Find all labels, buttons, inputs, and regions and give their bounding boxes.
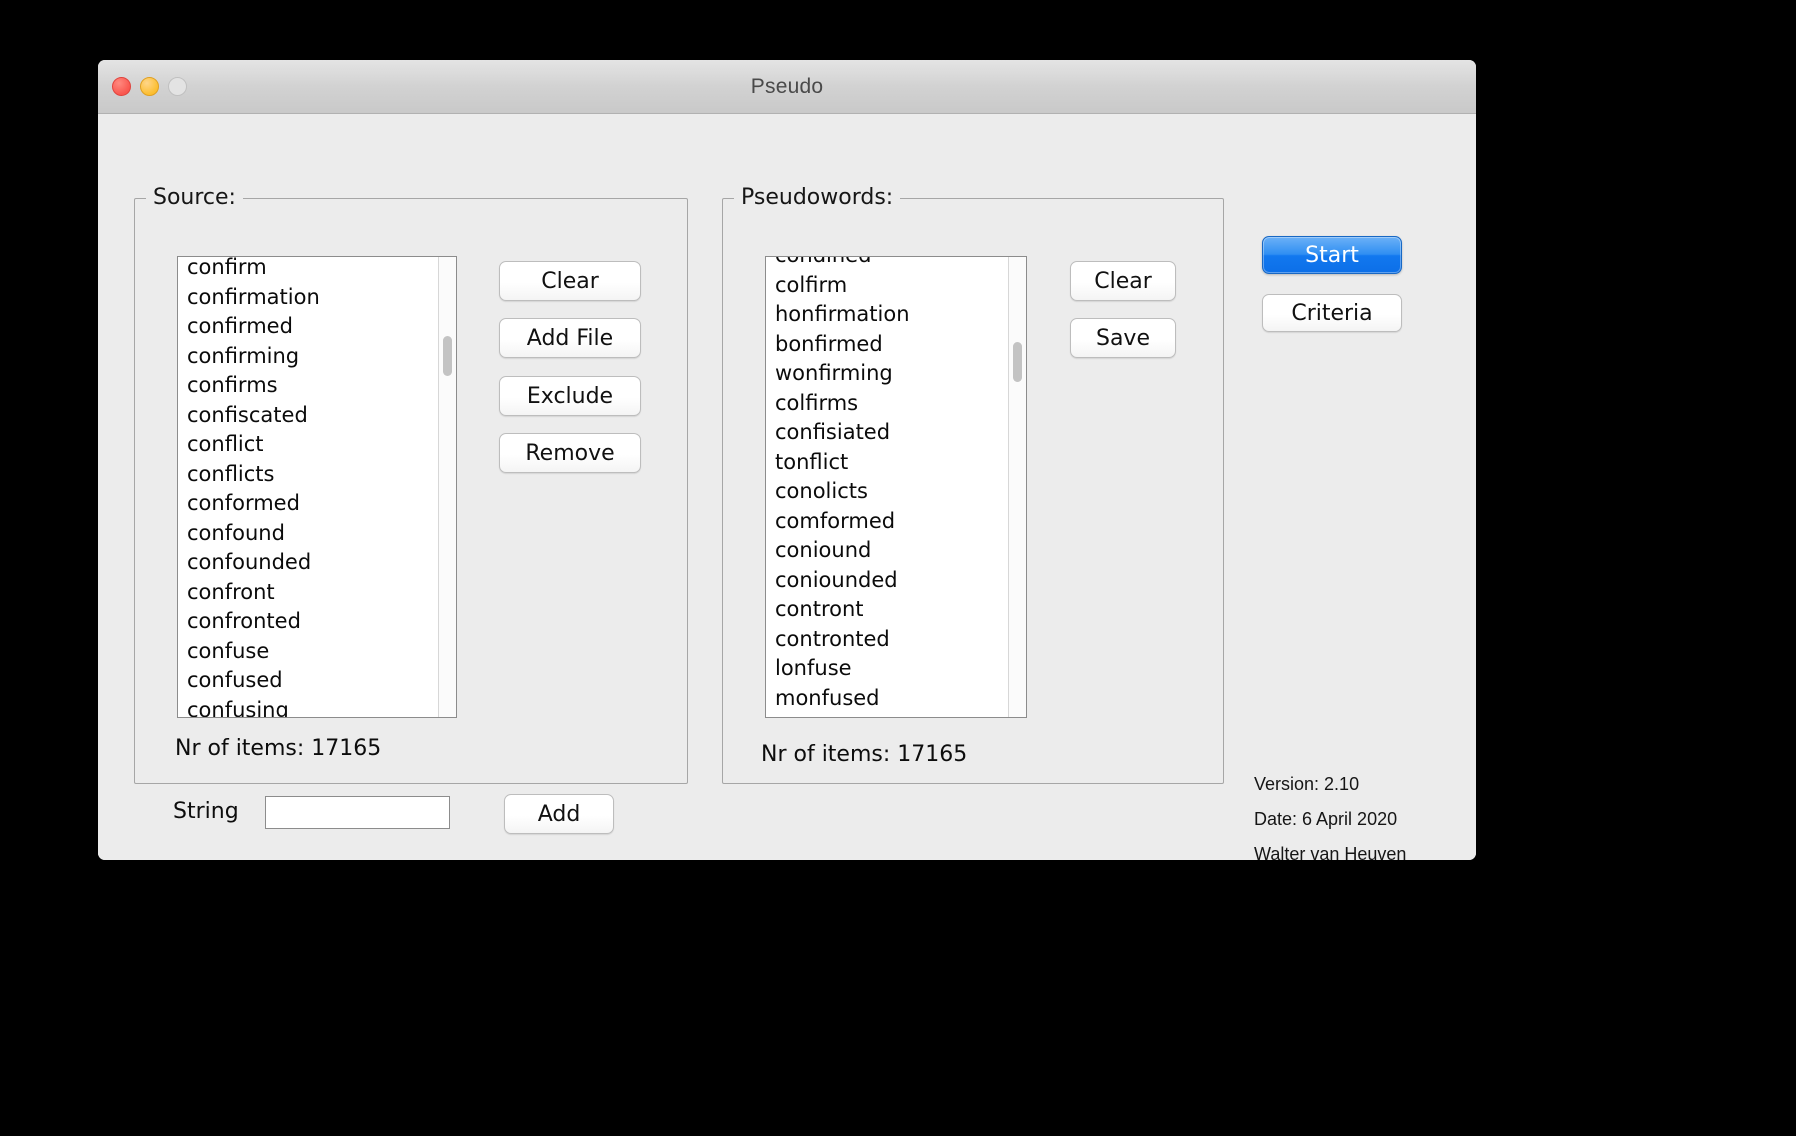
minimize-button[interactable] [140, 77, 159, 96]
source-listbox[interactable]: confirm confirmation confirmed confirmin… [177, 256, 457, 718]
pseudowords-group: Pseudowords: condined colfirm honfirmati… [722, 185, 1224, 784]
list-item[interactable]: confusing [187, 696, 439, 718]
pseudowords-list-scrollbar[interactable] [1008, 257, 1026, 717]
start-button[interactable]: Start [1262, 236, 1402, 274]
zoom-button [168, 77, 187, 96]
pseudowords-item-count: Nr of items: 17165 [761, 742, 968, 767]
list-item[interactable]: monfused [775, 684, 1009, 714]
window-content: Source: confirm confirmation confirmed c… [98, 114, 1476, 860]
author-label: Walter van Heuven [1254, 844, 1407, 860]
source-list-scrollbar[interactable] [438, 257, 456, 717]
list-item[interactable]: confirmed [187, 312, 439, 342]
app-window: Pseudo Source: confirm confirmation conf… [98, 60, 1476, 860]
list-item[interactable]: tonflict [775, 448, 1009, 478]
pseudowords-save-button[interactable]: Save [1070, 318, 1176, 358]
criteria-button[interactable]: Criteria [1262, 294, 1402, 332]
list-item[interactable]: confirms [187, 371, 439, 401]
string-field-label: String [173, 799, 239, 824]
window-title: Pseudo [750, 74, 824, 98]
pseudowords-clear-button[interactable]: Clear [1070, 261, 1176, 301]
source-group-label: Source: [146, 185, 243, 210]
source-list-scroll-thumb[interactable] [443, 336, 452, 376]
window-titlebar: Pseudo [98, 60, 1476, 114]
list-item[interactable]: colfirms [775, 389, 1009, 419]
list-item[interactable]: confiscated [187, 401, 439, 431]
source-group: Source: confirm confirmation confirmed c… [134, 185, 688, 834]
list-item[interactable]: coniound [775, 536, 1009, 566]
close-button[interactable] [112, 77, 131, 96]
list-item[interactable]: confirm [187, 257, 439, 283]
source-list-items: confirm confirmation confirmed confirmin… [178, 257, 439, 718]
source-remove-button[interactable]: Remove [499, 433, 641, 473]
list-item[interactable]: confront [187, 578, 439, 608]
date-label: Date: 6 April 2020 [1254, 809, 1398, 829]
list-item[interactable]: contront [775, 595, 1009, 625]
list-item[interactable]: wonfirming [775, 359, 1009, 389]
version-label: Version: 2.10 [1254, 774, 1360, 794]
pseudowords-list-scroll-thumb[interactable] [1013, 342, 1022, 382]
list-item[interactable]: coniounded [775, 566, 1009, 596]
pseudowords-list-items: condined colfirm honfirmation bonfirmed … [766, 257, 1009, 717]
list-item[interactable]: contronted [775, 625, 1009, 655]
list-item[interactable]: confound [187, 519, 439, 549]
list-item[interactable]: colfirm [775, 271, 1009, 301]
list-item[interactable]: lonfuse [775, 654, 1009, 684]
list-item[interactable]: condined [775, 257, 1009, 271]
list-item[interactable]: conolicts [775, 477, 1009, 507]
source-item-count: Nr of items: 17165 [175, 736, 382, 761]
source-clear-button[interactable]: Clear [499, 261, 641, 301]
list-item[interactable]: confronted [187, 607, 439, 637]
list-item[interactable]: comformed [775, 507, 1009, 537]
string-input[interactable] [265, 796, 450, 829]
list-item[interactable]: honfirmation [775, 300, 1009, 330]
list-item[interactable]: confounded [187, 548, 439, 578]
list-item[interactable]: confirmation [187, 283, 439, 313]
list-item[interactable]: conflict [187, 430, 439, 460]
pseudowords-group-label: Pseudowords: [734, 185, 901, 210]
pseudowords-listbox[interactable]: condined colfirm honfirmation bonfirmed … [765, 256, 1027, 718]
source-exclude-button[interactable]: Exclude [499, 376, 641, 416]
list-item[interactable]: confirming [187, 342, 439, 372]
list-item[interactable]: conformed [187, 489, 439, 519]
source-add-file-button[interactable]: Add File [499, 318, 641, 358]
window-controls [112, 77, 187, 96]
list-item[interactable]: confisiated [775, 418, 1009, 448]
list-item[interactable]: bonfirmed [775, 330, 1009, 360]
add-string-button[interactable]: Add [504, 794, 614, 834]
list-item[interactable]: conflicts [187, 460, 439, 490]
list-item[interactable]: confuse [187, 637, 439, 667]
list-item[interactable]: confused [187, 666, 439, 696]
